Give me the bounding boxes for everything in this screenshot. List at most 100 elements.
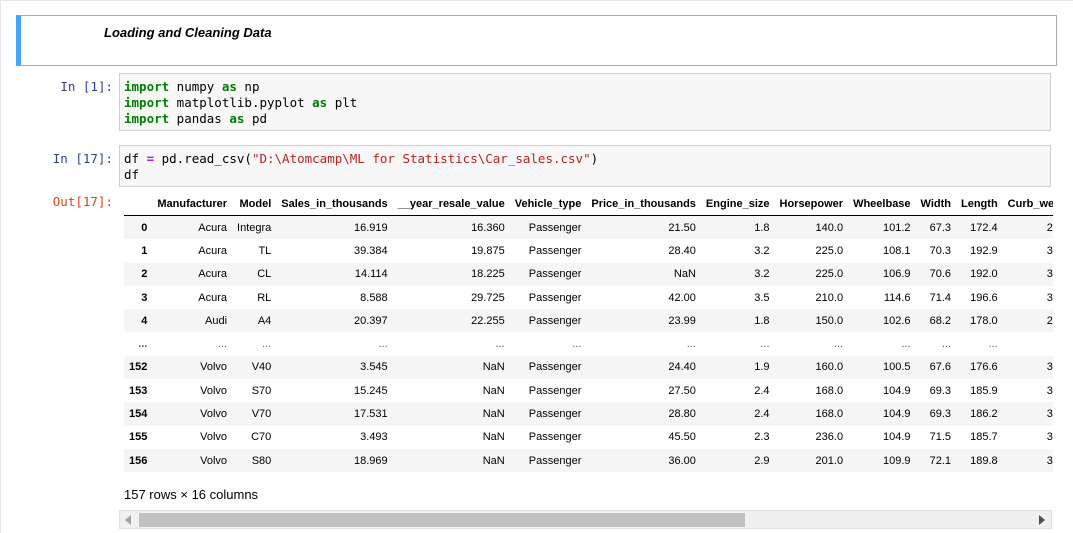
table-cell: 2.3	[754, 431, 770, 444]
table-cell: 1.8	[754, 314, 770, 327]
table-cell: 102.6	[883, 314, 911, 327]
table-cell: 28.80	[668, 408, 696, 421]
table-cell: 3.850	[1046, 291, 1053, 304]
code-token: =	[146, 151, 155, 166]
table-cell: 106.9	[883, 268, 911, 281]
table-cell: 140.0	[815, 221, 844, 234]
code-token: np	[236, 79, 260, 94]
table-cell: RL	[257, 291, 272, 304]
table-cell: ...	[217, 338, 228, 351]
table-cell: 104.9	[883, 431, 911, 444]
row-index: 156	[129, 454, 148, 467]
table-cell: Passenger	[528, 431, 582, 444]
table-cell: 28.40	[668, 244, 696, 257]
table-cell: NaN	[673, 268, 696, 281]
table-cell: 14.114	[354, 268, 388, 281]
cell-2-code-editor[interactable]: df = pd.read_csv("D:\Atomcamp\ML for Sta…	[119, 145, 1051, 187]
table-cell: Passenger	[528, 268, 582, 281]
column-header: Price_in_thousands	[586, 193, 701, 216]
table-cell: Passenger	[528, 361, 582, 374]
table-row: 155 Volvo C70 3.493 NaN Passenger 45.50 2.3 236.…	[124, 425, 1053, 449]
scroll-left-arrow-icon[interactable]	[125, 515, 131, 525]
table-cell: Acura	[198, 291, 228, 304]
table-cell: 3.545	[360, 361, 388, 374]
table-row: 156 Volvo S80 18.969 NaN Passenger 36.00 2.9 201…	[124, 448, 1053, 473]
table-cell: 172.4	[970, 221, 998, 234]
code-token: numpy	[169, 79, 222, 94]
scrollbar-thumb[interactable]	[139, 513, 745, 527]
cell-2-prompt: In [17]:	[52, 151, 113, 166]
code-token: import	[124, 95, 170, 110]
table-cell: ...	[988, 338, 998, 351]
table-cell: NaN	[482, 454, 505, 467]
column-header: Length	[956, 193, 1003, 216]
row-index: 4	[141, 314, 148, 327]
table-cell: Passenger	[528, 384, 582, 397]
column-header: Vehicle_type	[509, 193, 587, 216]
table-cell: 150.0	[815, 314, 844, 327]
code-token: pd	[244, 111, 268, 126]
dataframe-output: Manufacturer Model Sales_in_thousands __yea…	[124, 193, 1053, 475]
row-index: 152	[129, 361, 148, 374]
table-cell: Passenger	[528, 314, 582, 327]
table-cell: 3.2	[754, 244, 770, 257]
table-row: 0 Acura Integra 16.919 16.360 Passenger 21.50 1…	[124, 215, 1053, 240]
code-line: import numpy as np	[124, 79, 1046, 95]
table-cell: 17.531	[354, 408, 388, 421]
column-header: Model	[232, 193, 277, 216]
row-index: 0	[141, 221, 148, 234]
table-cell: 236.0	[815, 431, 844, 444]
table-row: 154 Volvo V70 17.531 NaN Passenger 28.80 2.4 168…	[124, 402, 1053, 426]
table-cell: 18.969	[354, 454, 388, 467]
table-row: 4 Audi A4 20.397 22.255 Passenger 23.99 1.8 150.…	[124, 309, 1053, 333]
table-cell: 18.225	[471, 268, 505, 281]
table-cell: ...	[1003, 332, 1053, 355]
table-cell: 3.517	[1046, 244, 1053, 257]
table-cell: 192.0	[970, 268, 998, 281]
table-cell: 71.5	[929, 431, 951, 444]
table-cell: 225.0	[815, 244, 844, 257]
table-cell: 108.1	[883, 244, 911, 257]
row-index: 153	[129, 384, 148, 397]
table-cell: 196.6	[970, 291, 998, 304]
code-token: as	[221, 79, 237, 94]
code-token: as	[312, 95, 328, 110]
table-cell: Acura	[198, 221, 228, 234]
table-cell: 210.0	[815, 291, 844, 304]
code-line: import matplotlib.pyplot as plt	[124, 95, 1046, 111]
column-header: Curb_weight	[1002, 193, 1053, 216]
table-cell: 3.601	[1046, 431, 1053, 444]
row-index: ...	[138, 338, 148, 351]
code-line: df	[124, 167, 1046, 183]
table-row: 152 Volvo V40 3.545 NaN Passenger 24.40 1.9 160.…	[124, 355, 1053, 380]
table-cell: 70.6	[929, 268, 951, 281]
table-cell: Passenger	[528, 221, 582, 234]
horizontal-scrollbar[interactable]	[119, 510, 1052, 529]
table-cell: 20.397	[354, 314, 388, 327]
table-cell: 109.9	[883, 454, 911, 467]
table-cell: S70	[251, 384, 272, 397]
scroll-right-arrow-icon[interactable]	[1039, 515, 1045, 525]
table-cell: 29.725	[471, 291, 505, 304]
table-cell: 27.50	[668, 384, 696, 397]
table-cell: Passenger	[528, 291, 582, 304]
table-cell: 3.493	[360, 431, 388, 444]
table-cell: V70	[251, 408, 272, 421]
table-cell: Volvo	[200, 454, 228, 467]
table-cell: Acura	[198, 268, 228, 281]
cell-1-code-editor[interactable]: import numpy as np import matplotlib.pypl…	[119, 73, 1051, 131]
output-prompt: Out[17]:	[52, 194, 113, 209]
table-cell: 168.0	[815, 408, 844, 421]
table-cell: ...	[833, 338, 844, 351]
table-cell: 176.6	[970, 361, 998, 374]
column-header: Manufacturer	[152, 193, 233, 216]
table-cell: 8.588	[360, 291, 388, 304]
table-cell: 42.00	[668, 291, 696, 304]
table-cell: NaN	[482, 431, 505, 444]
column-header: Width	[915, 193, 956, 216]
markdown-cell[interactable]	[16, 15, 1057, 66]
table-cell: 3.2	[754, 268, 770, 281]
table-cell: Integra	[237, 221, 272, 234]
code-token: pandas	[169, 111, 230, 126]
table-cell: Acura	[198, 244, 228, 257]
